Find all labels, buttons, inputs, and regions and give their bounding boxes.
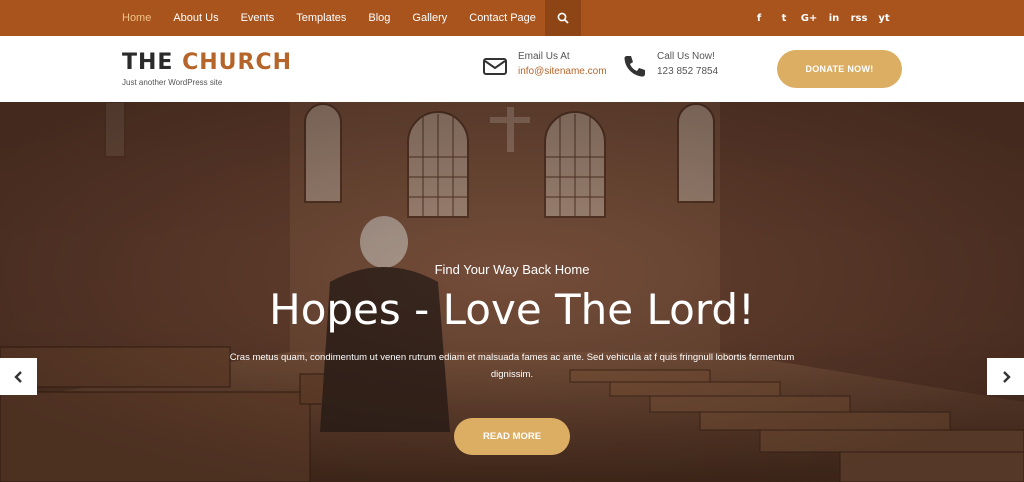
phone-icon (624, 56, 645, 77)
email-label: Email Us At (518, 51, 570, 62)
linkedin-icon[interactable]: in (827, 11, 841, 25)
email-link[interactable]: info@sitename.com (518, 64, 607, 80)
facebook-icon[interactable]: f (752, 11, 766, 25)
email-contact: Email Us At info@sitename.com (482, 50, 607, 80)
chevron-right-icon (1002, 370, 1011, 383)
hero-description: Cras metus quam, condimentum ut venen ru… (229, 352, 795, 380)
envelope-icon (483, 58, 507, 75)
google-plus-icon[interactable]: G+ (801, 11, 818, 25)
hero-title: Hopes - Love The Lord! (269, 285, 755, 334)
nav-item-home[interactable]: Home (122, 12, 151, 24)
nav-item-templates[interactable]: Templates (296, 12, 346, 24)
site-header: THE CHURCH Just another WordPress site E… (0, 36, 1024, 102)
phone-number[interactable]: 123 852 7854 (657, 64, 718, 80)
main-nav: Home About Us Events Templates Blog Gall… (122, 0, 558, 36)
read-more-button[interactable]: READ MORE (454, 418, 570, 455)
youtube-icon[interactable]: yt (877, 11, 891, 25)
phone-label: Call Us Now! (657, 51, 715, 62)
nav-item-about-us[interactable]: About Us (173, 12, 218, 24)
rss-icon[interactable]: rss (851, 11, 868, 25)
nav-item-events[interactable]: Events (241, 12, 275, 24)
slider-prev-button[interactable] (0, 358, 37, 395)
nav-item-blog[interactable]: Blog (368, 12, 390, 24)
social-links: f t G+ in rss yt (752, 0, 902, 36)
slider-next-button[interactable] (987, 358, 1024, 395)
twitter-icon[interactable]: t (777, 11, 791, 25)
donate-button[interactable]: DONATE NOW! (777, 50, 902, 88)
phone-contact: Call Us Now! 123 852 7854 (621, 50, 718, 80)
nav-item-contact-page[interactable]: Contact Page (469, 12, 536, 24)
nav-item-gallery[interactable]: Gallery (412, 12, 447, 24)
site-logo[interactable]: THE CHURCH (122, 50, 292, 75)
logo-text-church: CHURCH (182, 50, 293, 75)
search-button[interactable] (545, 0, 581, 36)
top-navigation-bar: Home About Us Events Templates Blog Gall… (0, 0, 1024, 36)
hero-subtitle: Find Your Way Back Home (434, 262, 590, 277)
site-tagline: Just another WordPress site (122, 78, 223, 87)
chevron-left-icon (13, 370, 22, 383)
search-icon (557, 12, 569, 24)
logo-text-the: THE (122, 50, 183, 75)
hero-slider: Find Your Way Back Home Hopes - Love The… (0, 102, 1024, 482)
